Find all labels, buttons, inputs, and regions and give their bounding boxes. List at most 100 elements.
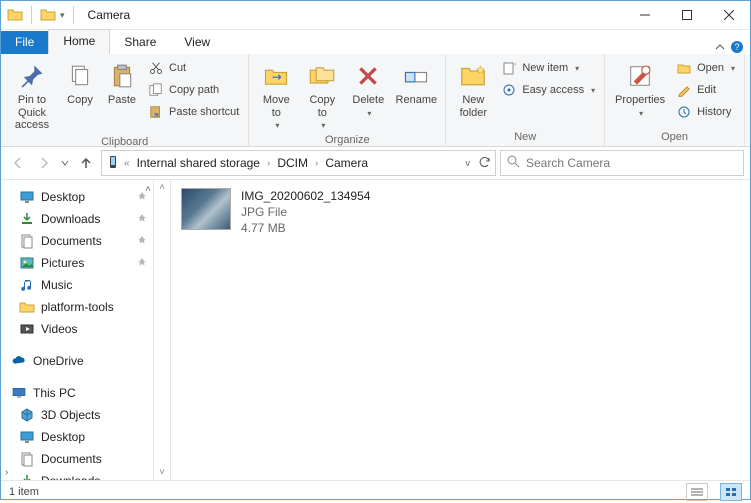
paste-shortcut-icon (148, 104, 164, 120)
group-label-new: New (446, 131, 604, 146)
close-button[interactable] (708, 1, 750, 29)
nav-scrollbar[interactable]: ˄ ˅ (154, 180, 171, 480)
properties-button[interactable]: Properties▾ (611, 58, 669, 118)
scroll-up-arrow-icon[interactable]: ˄ (159, 182, 165, 193)
help-icon[interactable]: ? (730, 40, 744, 54)
nav-item-desktop[interactable]: Desktop (1, 426, 153, 448)
chevron-right-icon[interactable]: › (315, 158, 318, 169)
pictures-icon (19, 255, 35, 271)
copy-path-button[interactable]: Copy path (145, 80, 242, 100)
easy-access-button[interactable]: Easy access▾ (498, 80, 598, 100)
downloads-icon (19, 211, 35, 227)
nav-item-label: Desktop (41, 190, 85, 204)
nav-item-label: Music (41, 278, 72, 292)
paste-icon (106, 60, 138, 92)
nav-item-documents[interactable]: Documents (1, 448, 153, 470)
history-button[interactable]: History (673, 102, 738, 122)
group-label-select: Select (745, 131, 751, 146)
address-bar[interactable]: « Internal shared storage › DCIM › Camer… (101, 150, 496, 176)
tab-file[interactable]: File (1, 31, 48, 54)
breadcrumb-item[interactable]: Internal shared storage (134, 156, 263, 170)
qat-overflow-icon[interactable]: ▾ (60, 10, 65, 21)
pin-quick-access-button[interactable]: Pin to Quick access (7, 58, 57, 132)
copy-button[interactable]: Copy (61, 58, 99, 107)
pin-icon (16, 60, 48, 92)
chevron-right-icon[interactable]: › (267, 158, 270, 169)
folder-icon (7, 7, 23, 23)
documents-icon (19, 451, 35, 467)
recent-locations-button[interactable] (59, 152, 71, 174)
collapse-ribbon-icon[interactable] (714, 41, 726, 53)
new-item-button[interactable]: ✦New item▾ (498, 58, 598, 78)
separator (73, 6, 74, 24)
new-item-icon: ✦ (501, 60, 517, 76)
expand-icon[interactable]: › (5, 467, 8, 478)
move-to-button[interactable]: Move to▾ (255, 58, 297, 130)
nav-item-documents[interactable]: Documents (1, 230, 153, 252)
search-icon (507, 155, 520, 171)
delete-button[interactable]: Delete▾ (347, 58, 389, 118)
nav-this-pc[interactable]: This PC (1, 382, 153, 404)
nav-item-platform-tools[interactable]: platform-tools (1, 296, 153, 318)
address-dropdown-icon[interactable]: v (466, 158, 471, 168)
open-button[interactable]: Open▾ (673, 58, 738, 78)
nav-item-label: Videos (41, 322, 77, 336)
nav-item-label: Desktop (41, 430, 85, 444)
separator (31, 6, 32, 24)
ribbon-group-select: Select all Select none Invert selection … (745, 54, 751, 146)
nav-onedrive[interactable]: OneDrive (1, 350, 153, 372)
up-button[interactable] (75, 152, 97, 174)
scroll-down-arrow-icon[interactable]: ˅ (159, 467, 165, 478)
icons-view-button[interactable] (720, 483, 742, 501)
navigation-pane[interactable]: ˄ DesktopDownloadsDocumentsPicturesMusic… (1, 180, 154, 480)
refresh-icon[interactable] (478, 155, 491, 171)
maximize-button[interactable] (666, 1, 708, 29)
file-info: IMG_20200602_134954 JPG File 4.77 MB (241, 188, 370, 237)
nav-item-label: Downloads (41, 212, 100, 226)
nav-item-desktop[interactable]: Desktop (1, 186, 153, 208)
nav-item-videos[interactable]: Videos (1, 318, 153, 340)
nav-item-downloads[interactable]: Downloads (1, 470, 153, 480)
copy-path-icon (148, 82, 164, 98)
3d-icon (19, 407, 35, 423)
breadcrumb-item[interactable]: DCIM (274, 156, 311, 170)
tab-home[interactable]: Home (48, 29, 110, 54)
videos-icon (19, 321, 35, 337)
file-item[interactable]: IMG_20200602_134954 JPG File 4.77 MB (181, 188, 740, 237)
nav-item-label: 3D Objects (41, 408, 100, 422)
this-pc-icon (11, 385, 27, 401)
svg-text:✦: ✦ (513, 61, 516, 69)
nav-item-label: Pictures (41, 256, 84, 270)
delete-icon (352, 60, 384, 92)
rename-button[interactable]: Rename (393, 58, 439, 107)
nav-item-downloads[interactable]: Downloads (1, 208, 153, 230)
details-view-button[interactable] (686, 483, 708, 501)
cut-button[interactable]: Cut (145, 58, 242, 78)
file-list[interactable]: IMG_20200602_134954 JPG File 4.77 MB (171, 180, 750, 480)
new-folder-button[interactable]: New folder (452, 58, 494, 119)
nav-item-music[interactable]: Music (1, 274, 153, 296)
group-label-open: Open (605, 131, 744, 146)
edit-button[interactable]: Edit (673, 80, 738, 100)
forward-button[interactable] (33, 152, 55, 174)
paste-shortcut-button[interactable]: Paste shortcut (145, 102, 242, 122)
back-button[interactable] (7, 152, 29, 174)
new-folder-icon (457, 60, 489, 92)
downloads-icon (19, 473, 35, 480)
phone-icon (106, 155, 120, 172)
group-label-clipboard: Clipboard (1, 136, 248, 151)
ribbon-group-clipboard: Pin to Quick access Copy Paste Cut Copy … (1, 54, 249, 146)
nav-item-3d-objects[interactable]: 3D Objects (1, 404, 153, 426)
breadcrumb-item[interactable]: Camera (322, 156, 371, 170)
paste-button[interactable]: Paste (103, 58, 141, 107)
copy-to-button[interactable]: Copy to▾ (301, 58, 343, 130)
nav-item-label: Downloads (41, 474, 100, 480)
copy-icon (64, 60, 96, 92)
nav-item-pictures[interactable]: Pictures (1, 252, 153, 274)
tab-share[interactable]: Share (110, 31, 170, 54)
tab-view[interactable]: View (170, 31, 224, 54)
chevron-right-icon[interactable]: « (124, 158, 130, 169)
search-box[interactable]: Search Camera (500, 150, 744, 176)
navigation-row: « Internal shared storage › DCIM › Camer… (1, 147, 750, 180)
minimize-button[interactable] (624, 1, 666, 29)
